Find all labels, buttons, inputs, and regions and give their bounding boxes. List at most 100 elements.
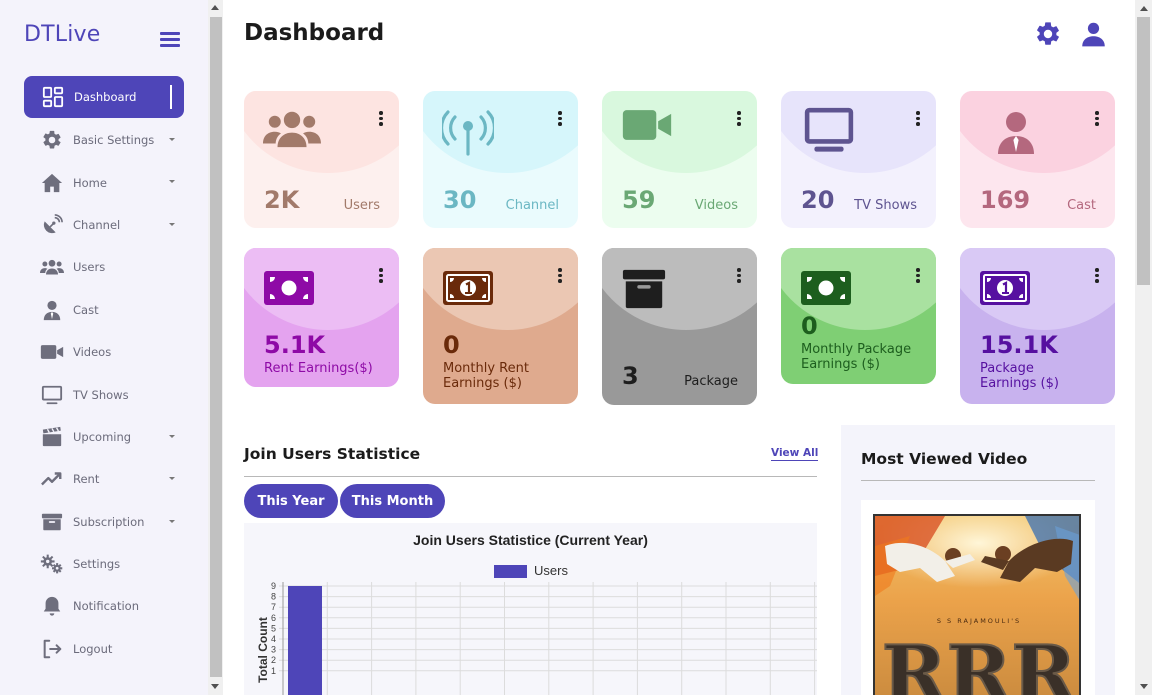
- kebab-menu-icon[interactable]: [737, 111, 741, 127]
- sidebar-item-videos[interactable]: Videos: [24, 331, 184, 373]
- card-label: Monthly Package Earnings ($): [801, 342, 912, 372]
- card-value: 3: [622, 362, 639, 390]
- view-all-link[interactable]: View All: [771, 447, 819, 461]
- sidebar-item-notification[interactable]: Notification: [24, 585, 184, 627]
- archive-box-icon: [621, 266, 667, 317]
- stat-card-monthly-package-earnings[interactable]: 0 Monthly Package Earnings ($): [781, 248, 936, 384]
- antenna-icon: [440, 108, 496, 161]
- chevron-down-icon[interactable]: [169, 138, 175, 141]
- logout-icon: [40, 638, 64, 660]
- stat-card-package-earnings[interactable]: 15.1K Package Earnings ($): [960, 248, 1115, 404]
- stat-card-channel[interactable]: 30 Channel: [423, 91, 578, 228]
- sidebar-item-label: Videos: [73, 345, 112, 360]
- sidebar-item-label: Users: [73, 260, 106, 275]
- stat-card-package[interactable]: 3 Package: [602, 248, 757, 405]
- sidebar-item-users[interactable]: Users: [24, 246, 184, 288]
- kebab-menu-icon[interactable]: [558, 111, 562, 127]
- tv-icon: [800, 106, 858, 161]
- stat-card-videos[interactable]: 59 Videos: [602, 91, 757, 228]
- sidebar: DTLive Dashboard Basic Settings Home Channe…: [0, 0, 208, 695]
- sidebar-item-dashboard[interactable]: Dashboard: [24, 76, 184, 118]
- card-label: Videos: [694, 198, 738, 213]
- card-value: 5.1K: [264, 331, 326, 359]
- kebab-menu-icon[interactable]: [1095, 268, 1099, 284]
- scroll-down-arrow-icon[interactable]: [211, 684, 219, 689]
- card-label: Channel: [505, 198, 559, 213]
- sidebar-item-tv-shows[interactable]: TV Shows: [24, 373, 184, 415]
- sidebar-item-label: Home: [73, 175, 107, 190]
- chart-bar[interactable]: [288, 586, 322, 695]
- hamburger-menu-icon[interactable]: [160, 32, 180, 48]
- settings-gear-icon[interactable]: [1034, 20, 1064, 50]
- clapperboard-icon: [40, 426, 64, 448]
- sidebar-item-settings[interactable]: Settings: [24, 543, 184, 585]
- brand-logo[interactable]: DTLive: [24, 22, 101, 47]
- card-value: 59: [622, 186, 656, 214]
- sidebar-item-label: Logout: [73, 641, 113, 656]
- card-label: TV Shows: [854, 198, 917, 213]
- chevron-down-icon[interactable]: [169, 222, 175, 226]
- card-value: 30: [443, 186, 477, 214]
- profile-user-icon[interactable]: [1080, 20, 1110, 50]
- y-tick-label: 2: [271, 655, 276, 665]
- y-tick-label: 4: [271, 634, 276, 644]
- y-tick-label: 8: [271, 592, 276, 602]
- stat-card-users[interactable]: 2K Users: [244, 91, 399, 228]
- sidebar-item-cast[interactable]: Cast: [24, 289, 184, 331]
- sidebar-item-label: Notification: [73, 599, 139, 614]
- satellite-dish-icon: [40, 214, 64, 236]
- stat-card-rent-earnings[interactable]: 5.1K Rent Earnings($): [244, 248, 399, 387]
- kebab-menu-icon[interactable]: [379, 111, 383, 127]
- card-label: Monthly Rent Earnings ($): [443, 361, 529, 391]
- sidebar-item-subscription[interactable]: Subscription: [24, 501, 184, 543]
- card-value: 0: [801, 312, 818, 340]
- page-scrollbar-thumb[interactable]: [1137, 17, 1150, 285]
- chevron-down-icon[interactable]: [169, 180, 175, 184]
- card-value: 20: [801, 186, 835, 214]
- tab-this-month[interactable]: This Month: [340, 484, 445, 518]
- kebab-menu-icon[interactable]: [1095, 111, 1099, 127]
- user-tie-icon: [992, 108, 1040, 161]
- kebab-menu-icon[interactable]: [737, 268, 741, 284]
- sidebar-item-label: Settings: [73, 557, 121, 572]
- most-viewed-divider: [861, 480, 1095, 481]
- app-root: DTLive Dashboard Basic Settings Home Channe…: [0, 0, 1152, 695]
- sidebar-item-logout[interactable]: Logout: [24, 628, 184, 670]
- page-scroll-down-arrow-icon[interactable]: [1140, 684, 1148, 689]
- scroll-up-arrow-icon[interactable]: [211, 5, 219, 10]
- kebab-menu-icon[interactable]: [379, 268, 383, 284]
- kebab-menu-icon[interactable]: [558, 268, 562, 284]
- card-label: Rent Earnings($): [264, 361, 373, 376]
- page-scroll-up-arrow-icon[interactable]: [1140, 6, 1148, 11]
- money-bill-one-icon: [442, 270, 494, 311]
- page-title: Dashboard: [244, 20, 385, 46]
- chart-plot: 987654321: [271, 581, 817, 695]
- card-label: Cast: [1067, 198, 1096, 213]
- bell-icon: [40, 595, 64, 617]
- poster-title-text: RRR: [882, 629, 1078, 695]
- chevron-down-icon[interactable]: [169, 519, 175, 523]
- chevron-down-icon[interactable]: [169, 477, 175, 481]
- kebab-menu-icon[interactable]: [916, 268, 920, 284]
- sidebar-item-home[interactable]: Home: [24, 161, 184, 203]
- sidebar-item-label: Basic Settings: [73, 133, 155, 148]
- most-viewed-card: S S RAJAMOULI'S RRR: [861, 500, 1095, 695]
- kebab-menu-icon[interactable]: [916, 111, 920, 127]
- home-icon: [40, 172, 64, 194]
- tab-this-year[interactable]: This Year: [244, 484, 338, 518]
- sidebar-item-upcoming[interactable]: Upcoming: [24, 416, 184, 458]
- chevron-down-icon[interactable]: [169, 434, 175, 438]
- sidebar-item-rent[interactable]: Rent: [24, 458, 184, 500]
- video-poster-image[interactable]: S S RAJAMOULI'S RRR: [873, 514, 1081, 695]
- stat-card-monthly-rent-earnings[interactable]: 0 Monthly Rent Earnings ($): [423, 248, 578, 404]
- card-label: Package: [684, 374, 738, 389]
- card-value: 15.1K: [980, 331, 1058, 359]
- money-bill-icon: [800, 270, 852, 311]
- card-label: Package Earnings ($): [980, 361, 1059, 391]
- stat-card-tv-shows[interactable]: 20 TV Shows: [781, 91, 936, 228]
- card-label: Users: [343, 198, 380, 213]
- sidebar-scrollbar-thumb[interactable]: [210, 17, 222, 677]
- sidebar-item-channel[interactable]: Channel: [24, 204, 184, 246]
- stat-card-cast[interactable]: 169 Cast: [960, 91, 1115, 228]
- sidebar-item-basic-settings[interactable]: Basic Settings: [24, 119, 184, 161]
